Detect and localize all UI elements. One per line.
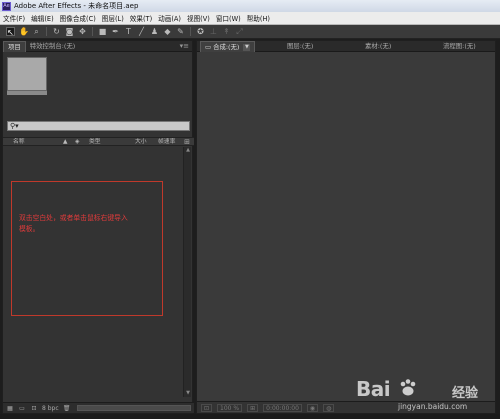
flowchart-icon[interactable]: ⊞ <box>184 138 190 146</box>
color-depth-label[interactable]: 8 bpc <box>42 405 59 412</box>
world-axis-icon[interactable]: ↟ <box>222 27 231 36</box>
project-column-header: 名称 ▲ ◈ 类型 大小 帧速率 <box>3 137 194 146</box>
composition-viewer[interactable] <box>197 52 495 402</box>
lock-icon: ▭ <box>205 43 212 51</box>
clone-stamp-tool-icon[interactable]: ♟ <box>150 27 159 36</box>
project-search-input[interactable]: ⚲▾ <box>7 121 190 131</box>
rotate-tool-icon[interactable]: ↻ <box>52 27 61 36</box>
watermark-logo: Bai <box>356 377 391 401</box>
window-title: Adobe After Effects - 未命名项目.aep <box>14 2 139 10</box>
composition-panel: ▭ 合成:(无) ▼ 图层:(无) 素材:(无) 流程图:(无) ⊡ 100 %… <box>196 40 496 414</box>
puppet-pin-tool-icon[interactable]: ✪ <box>196 27 205 36</box>
thumbnail-strip <box>7 91 47 95</box>
trash-icon[interactable]: 🗑 <box>63 405 71 412</box>
menu-composition[interactable]: 图像合成(C) <box>57 13 99 23</box>
menu-help[interactable]: 帮助(H) <box>244 13 273 23</box>
toolbar-divider <box>92 27 93 36</box>
title-bar: Ae Adobe After Effects - 未命名项目.aep <box>0 0 500 12</box>
column-type[interactable]: 类型 <box>89 138 101 146</box>
project-panel-tabs: 项目 特效控制台:(无) <box>3 40 192 52</box>
toolbar-divider <box>46 27 47 36</box>
panel-menu-icon[interactable]: ▾≡ <box>180 42 189 50</box>
new-composition-icon[interactable]: ⊡ <box>30 405 38 412</box>
selection-tool-icon[interactable]: ↖ <box>6 27 15 37</box>
axis-mode-icon[interactable]: ⊥ <box>209 27 218 36</box>
interpret-footage-icon[interactable]: ▦ <box>6 405 14 412</box>
tab-composition[interactable]: ▭ 合成:(无) ▼ <box>200 41 256 52</box>
eraser-tool-icon[interactable]: ◆ <box>163 27 172 36</box>
tab-footage[interactable]: 素材:(无) <box>365 41 391 52</box>
menu-bar: 文件(F) 编辑(E) 图像合成(C) 图层(L) 效果(T) 动画(A) 视图… <box>0 12 500 25</box>
pen-tool-icon[interactable]: ✒ <box>111 27 120 36</box>
tab-flowchart[interactable]: 流程图:(无) <box>443 41 476 52</box>
channel-icon[interactable]: ◍ <box>323 403 335 412</box>
menu-edit[interactable]: 编辑(E) <box>28 13 57 23</box>
scroll-down-icon[interactable]: ▼ <box>184 390 192 397</box>
timecode[interactable]: 0:00:00:00 <box>263 403 302 412</box>
watermark-url: jingyan.baidu.com <box>398 402 468 411</box>
mask-tool-icon[interactable]: ■ <box>98 27 107 36</box>
type-tool-icon[interactable]: T <box>124 27 133 36</box>
column-frame-rate[interactable]: 帧速率 <box>158 138 175 146</box>
after-effects-app-icon: Ae <box>2 1 11 11</box>
project-panel: 项目 特效控制台:(无) ▾≡ ⚲▾ 名称 ▲ ◈ 类型 大小 帧速率 ⊞ ▲ … <box>2 40 194 414</box>
tab-composition-label: 合成:(无) <box>213 43 240 51</box>
project-footer: ▦ ▭ ⊡ 8 bpc 🗑 <box>3 402 194 413</box>
chevron-down-icon[interactable]: ▼ <box>243 43 251 51</box>
tools-panel: ↖ ✋ ⌕ ↻ ◙ ✥ ■ ✒ T ╱ ♟ ◆ ✎ ✪ ⊥ ↟ ⤢ <box>0 25 500 39</box>
menu-layer[interactable]: 图层(L) <box>99 13 127 23</box>
new-folder-icon[interactable]: ▭ <box>18 405 26 412</box>
zoom-level[interactable]: 100 % <box>217 403 243 412</box>
annotation-box <box>11 181 163 316</box>
project-vertical-scrollbar[interactable]: ▲ ▼ <box>183 147 191 397</box>
column-size[interactable]: 大小 <box>135 138 147 146</box>
pan-behind-tool-icon[interactable]: ✥ <box>78 27 87 36</box>
tab-effect-controls[interactable]: 特效控制台:(无) <box>26 41 79 52</box>
camera-tool-icon[interactable]: ◙ <box>65 27 74 36</box>
annotation-text: 双击空白处，或者单击鼠标右键导入模板。 <box>19 214 128 233</box>
project-thumbnail <box>7 57 47 91</box>
snapshot-icon[interactable]: ◉ <box>306 403 319 412</box>
scroll-up-icon[interactable]: ▲ <box>184 147 192 154</box>
zoom-tool-icon[interactable]: ⌕ <box>32 27 41 36</box>
tab-layer[interactable]: 图层:(无) <box>287 41 313 52</box>
menu-effect[interactable]: 效果(T) <box>127 13 155 23</box>
menu-view[interactable]: 视图(V) <box>184 13 213 23</box>
project-horizontal-scrollbar[interactable] <box>77 405 191 411</box>
watermark-logo-text: Bai <box>356 377 391 401</box>
view-axis-icon[interactable]: ⤢ <box>235 27 244 36</box>
brush-tool-icon[interactable]: ╱ <box>137 27 146 36</box>
menu-animation[interactable]: 动画(A) <box>155 13 184 23</box>
grid-icon[interactable]: ⊞ <box>247 403 259 412</box>
roto-brush-tool-icon[interactable]: ✎ <box>176 27 185 36</box>
baidu-jingyan-watermark: Bai 经验 jingyan.baidu.com <box>356 377 496 415</box>
sort-icon[interactable]: ▲ <box>63 138 67 146</box>
always-preview-icon[interactable]: ⊡ <box>201 403 213 412</box>
search-icon: ⚲▾ <box>10 122 19 130</box>
menu-window[interactable]: 窗口(W) <box>213 13 244 23</box>
menu-file[interactable]: 文件(F) <box>0 13 28 23</box>
hand-tool-icon[interactable]: ✋ <box>19 27 29 36</box>
column-name[interactable]: 名称 <box>13 138 25 146</box>
toolbar-divider <box>190 27 191 36</box>
paw-icon <box>400 379 416 396</box>
composition-panel-tabs: ▭ 合成:(无) ▼ 图层:(无) 素材:(无) 流程图:(无) <box>197 41 495 52</box>
label-icon[interactable]: ◈ <box>75 138 79 146</box>
tab-project[interactable]: 项目 <box>3 40 26 52</box>
watermark-suffix: 经验 <box>452 386 479 401</box>
